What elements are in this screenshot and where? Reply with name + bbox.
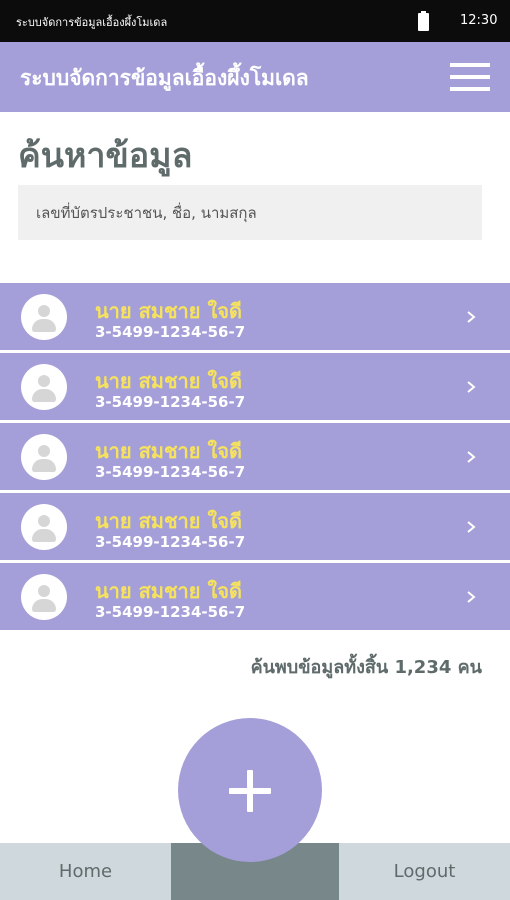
list-item[interactable]: นาย สมชาย ใจดี 3-5499-1234-56-7 (0, 563, 510, 630)
add-record-button[interactable] (178, 718, 322, 862)
list-item[interactable]: นาย สมชาย ใจดี 3-5499-1234-56-7 (0, 283, 510, 350)
avatar-icon (21, 434, 67, 480)
avatar-icon (21, 364, 67, 410)
list-item[interactable]: นาย สมชาย ใจดี 3-5499-1234-56-7 (0, 353, 510, 420)
list-item[interactable]: นาย สมชาย ใจดี 3-5499-1234-56-7 (0, 423, 510, 490)
app-bar: ระบบจัดการข้อมูลเอื้องผึ้งโมเดล (0, 42, 510, 112)
status-bar-time: 12:30 (460, 13, 498, 28)
chevron-right-icon (467, 451, 476, 463)
result-count-summary: ค้นพบข้อมูลทั้งสิ้น 1,234 คน (250, 657, 482, 678)
tab-home[interactable]: Home (0, 843, 171, 900)
id-number: 3-5499-1234-56-7 (95, 603, 246, 621)
id-number: 3-5499-1234-56-7 (95, 323, 246, 341)
status-bar-app-title: ระบบจัดการข้อมูลเอื้องผึ้งโมเดล (16, 16, 168, 29)
list-item[interactable]: นาย สมชาย ใจดี 3-5499-1234-56-7 (0, 493, 510, 560)
avatar-icon (21, 294, 67, 340)
chevron-right-icon (467, 521, 476, 533)
search-input[interactable] (18, 185, 482, 240)
id-number: 3-5499-1234-56-7 (95, 533, 246, 551)
avatar-icon (21, 504, 67, 550)
avatar-icon (21, 574, 67, 620)
id-number: 3-5499-1234-56-7 (95, 463, 246, 481)
chevron-right-icon (467, 381, 476, 393)
page-title: ค้นหาข้อมูล (18, 136, 193, 176)
tab-logout[interactable]: Logout (339, 843, 510, 900)
id-number: 3-5499-1234-56-7 (95, 393, 246, 411)
status-bar: ระบบจัดการข้อมูลเอื้องผึ้งโมเดล 12:30 (0, 0, 510, 42)
chevron-right-icon (467, 591, 476, 603)
hamburger-menu-icon[interactable] (450, 63, 490, 91)
result-list: นาย สมชาย ใจดี 3-5499-1234-56-7 นาย สมชาย … (0, 283, 510, 633)
app-title: ระบบจัดการข้อมูลเอื้องผึ้งโมเดล (20, 66, 309, 90)
chevron-right-icon (467, 311, 476, 323)
battery-icon (418, 11, 429, 31)
